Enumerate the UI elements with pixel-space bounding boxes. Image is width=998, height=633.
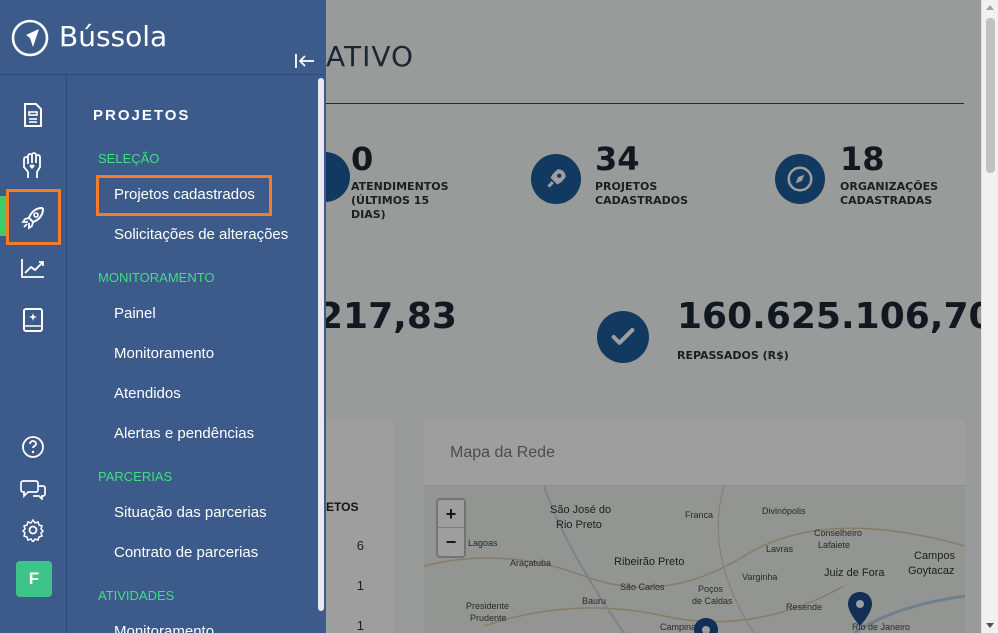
projects-menu: PROJETOS SELEÇÃO Projetos cadastrados So… bbox=[67, 76, 326, 633]
menu-item-projetos-cadastrados[interactable]: Projetos cadastrados bbox=[114, 186, 255, 203]
menu-item-alertas[interactable]: Alertas e pendências bbox=[114, 425, 254, 442]
brand-header: Bússola bbox=[0, 0, 326, 75]
scroll-down-arrow[interactable] bbox=[986, 623, 994, 628]
menu-item-contrato-parcerias[interactable]: Contrato de parcerias bbox=[114, 544, 258, 561]
menu-item-atividades-monitoramento[interactable]: Monitoramento bbox=[114, 623, 214, 633]
chart-line-icon[interactable] bbox=[14, 249, 52, 287]
sidebar: Bússola F PROJETOS SELEÇÃO Projetos cada… bbox=[0, 0, 326, 633]
menu-section-selecao: SELEÇÃO bbox=[98, 151, 160, 166]
book-sparkle-icon[interactable] bbox=[14, 301, 52, 339]
brand-name[interactable]: Bússola bbox=[59, 20, 167, 53]
menu-item-atendidos[interactable]: Atendidos bbox=[114, 385, 181, 402]
compass-logo-icon[interactable] bbox=[11, 19, 49, 57]
document-icon[interactable] bbox=[14, 96, 52, 134]
menu-section-atividades: ATIVIDADES bbox=[98, 588, 175, 603]
user-avatar[interactable]: F bbox=[16, 561, 52, 597]
page-scrollbar[interactable] bbox=[981, 0, 998, 633]
scroll-thumb[interactable] bbox=[986, 18, 995, 173]
menu-item-solicitacoes[interactable]: Solicitações de alterações bbox=[114, 226, 288, 243]
gear-icon[interactable] bbox=[14, 511, 52, 549]
menu-item-situacao-parcerias[interactable]: Situação das parcerias bbox=[114, 504, 267, 521]
menu-scrollbar[interactable] bbox=[318, 78, 324, 611]
menu-section-parcerias: PARCERIAS bbox=[98, 469, 173, 484]
hand-heart-icon[interactable] bbox=[14, 147, 52, 185]
collapse-sidebar-icon[interactable] bbox=[294, 51, 316, 71]
menu-item-painel[interactable]: Painel bbox=[114, 305, 156, 322]
help-icon[interactable] bbox=[14, 428, 52, 466]
menu-section-monitoramento: MONITORAMENTO bbox=[98, 270, 215, 285]
icon-rail: F bbox=[0, 76, 67, 633]
chat-icon[interactable] bbox=[14, 470, 52, 508]
rocket-icon[interactable] bbox=[14, 199, 52, 237]
menu-heading: PROJETOS bbox=[93, 107, 191, 124]
menu-item-monitoramento[interactable]: Monitoramento bbox=[114, 345, 214, 362]
scroll-up-arrow[interactable] bbox=[986, 5, 994, 10]
